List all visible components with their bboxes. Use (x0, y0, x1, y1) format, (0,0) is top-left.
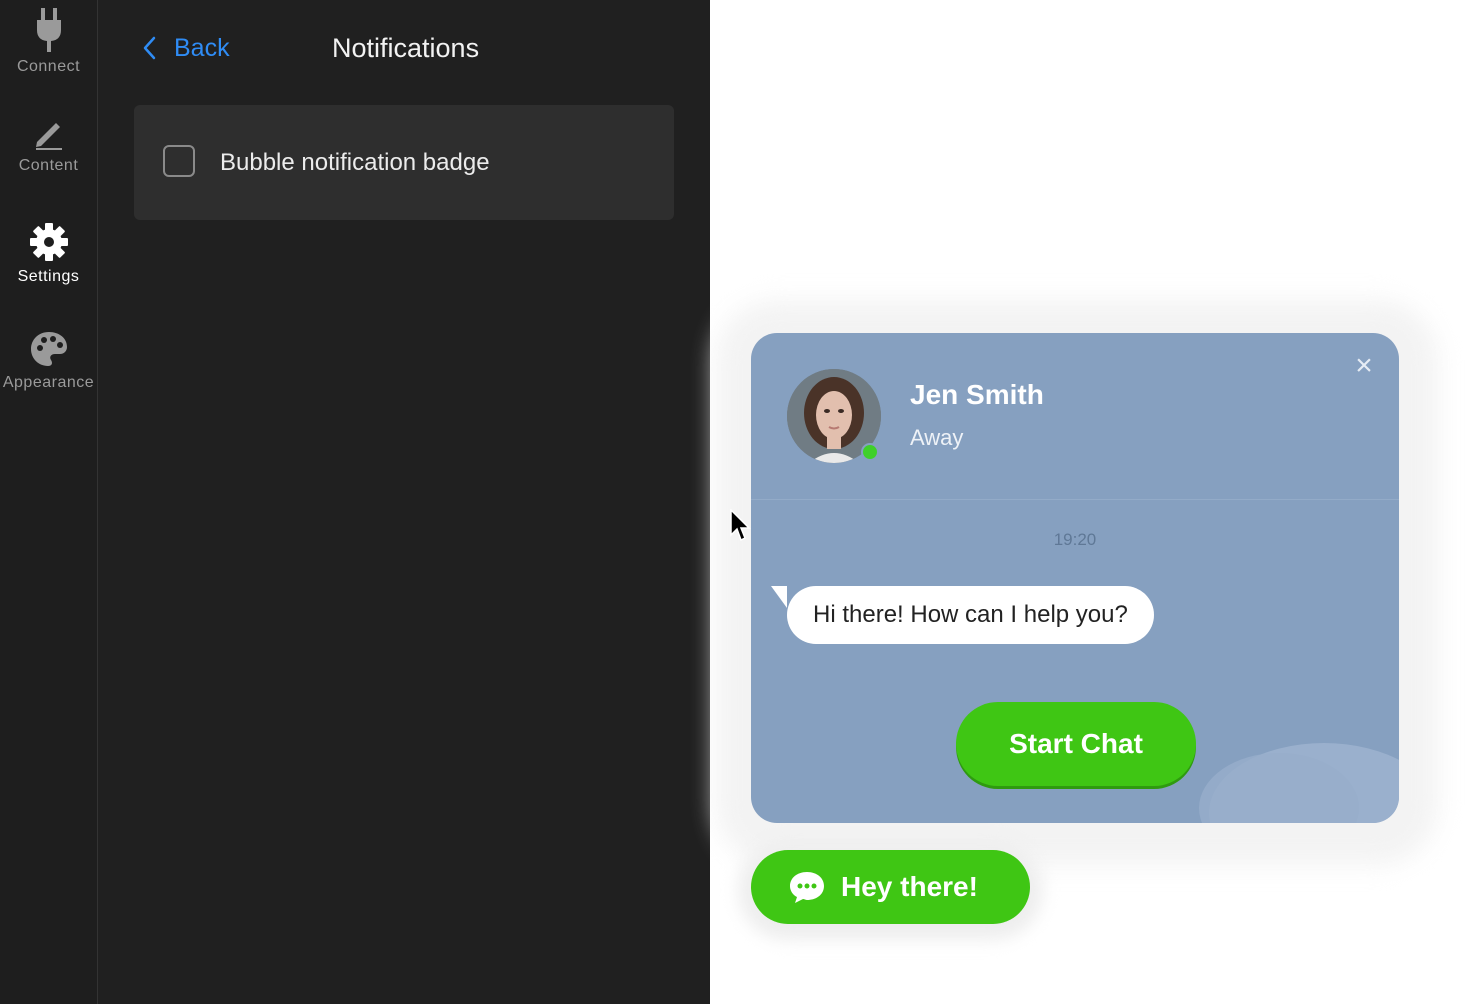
back-label: Back (174, 33, 230, 62)
message-bubble: Hi there! How can I help you? (787, 586, 1154, 644)
sidebar-item-connect[interactable]: Connect (0, 8, 97, 76)
sidebar-item-settings[interactable]: Settings (0, 222, 97, 286)
option-card: Bubble notification badge (134, 105, 674, 220)
chat-bubble-icon (790, 872, 824, 903)
sidebar-item-label: Settings (17, 268, 80, 285)
sidebar-item-label: Content (18, 157, 79, 174)
pencil-icon (35, 123, 62, 150)
sidebar-item-label: Connect (16, 58, 81, 75)
sidebar-item-content[interactable]: Content (0, 117, 97, 175)
back-button[interactable]: Back (142, 30, 230, 66)
option-label: Bubble notification badge (220, 149, 490, 176)
message-timestamp: 19:20 (1053, 530, 1097, 549)
plug-icon (36, 8, 61, 52)
sidebar-item-label: Appearance (2, 374, 95, 391)
message-text: Hi there! How can I help you? (813, 601, 1128, 628)
page-title: Notifications (332, 33, 480, 63)
launcher-label: Hey there! (841, 871, 978, 902)
agent-status: Away (910, 425, 964, 450)
gear-icon (29, 223, 68, 261)
chat-widget: × Jen Smith Away 19:20 Hi there! How can… (751, 333, 1399, 823)
online-status-dot (861, 443, 879, 461)
sidebar-item-appearance[interactable]: Appearance (0, 330, 97, 392)
start-chat-button[interactable]: Start Chat (956, 702, 1196, 786)
header-divider (751, 499, 1399, 500)
launcher-button[interactable]: Hey there! (751, 850, 1030, 924)
palette-icon (30, 332, 67, 366)
mouse-cursor-icon (730, 509, 751, 542)
settings-panel: Back Notifications Bubble notification b… (98, 0, 710, 1004)
chevron-left-icon (143, 36, 156, 60)
bubble-badge-checkbox[interactable] (163, 145, 195, 177)
sidebar: Connect Content Settings Appearance (0, 0, 98, 1004)
bubble-tail (771, 586, 787, 608)
agent-name: Jen Smith (910, 379, 1044, 410)
close-icon[interactable]: × (1349, 351, 1379, 381)
